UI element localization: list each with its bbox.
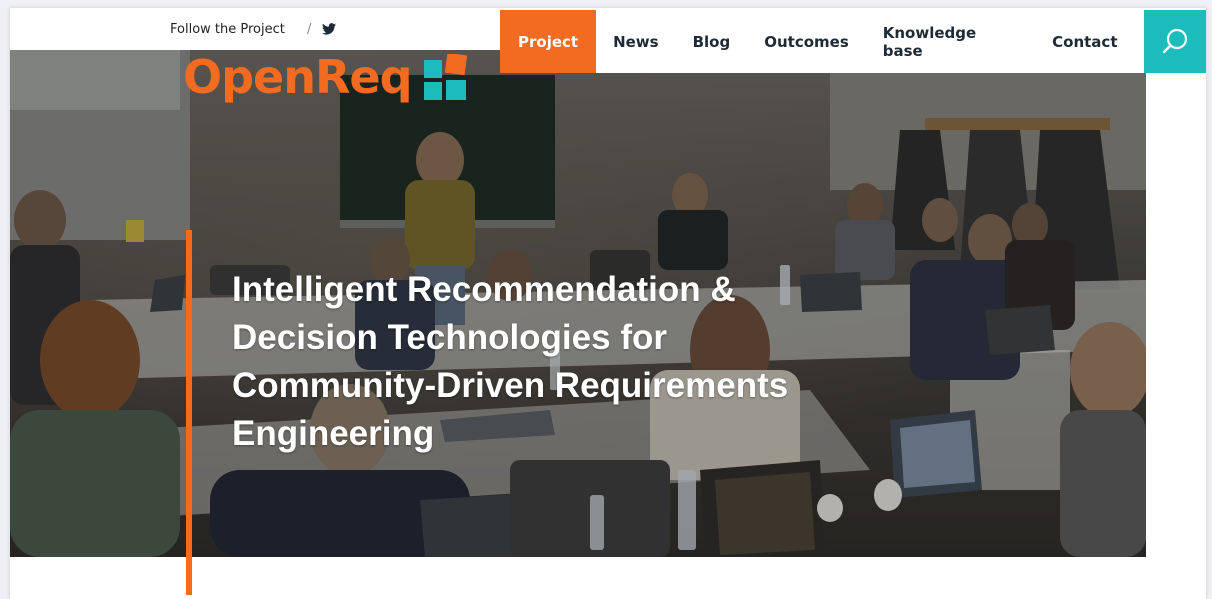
logo-mark-icon bbox=[423, 54, 467, 100]
headline-line: Decision Technologies for bbox=[232, 318, 667, 357]
accent-line bbox=[186, 230, 192, 595]
page: Follow the Project / Project News Blog O… bbox=[10, 8, 1206, 599]
follow-project: Follow the Project / bbox=[170, 22, 336, 37]
headline-line: Engineering bbox=[232, 414, 435, 453]
nav-item-project[interactable]: Project bbox=[500, 10, 597, 73]
hero-headline: Intelligent Recommendation & Decision Te… bbox=[232, 266, 892, 458]
search-button[interactable] bbox=[1143, 10, 1206, 73]
twitter-icon[interactable] bbox=[321, 23, 336, 35]
nav-item-knowledge-base[interactable]: Knowledge base bbox=[866, 10, 1035, 73]
headline-line: Intelligent Recommendation & bbox=[232, 270, 736, 309]
nav-item-contact[interactable]: Contact bbox=[1035, 10, 1134, 73]
nav-item-outcomes[interactable]: Outcomes bbox=[747, 10, 866, 73]
follow-label[interactable]: Follow the Project bbox=[170, 22, 285, 37]
follow-separator: / bbox=[307, 22, 312, 37]
nav-item-blog[interactable]: Blog bbox=[676, 10, 748, 73]
logo-text: OpenReq bbox=[183, 50, 413, 104]
search-icon bbox=[1162, 28, 1187, 53]
headline-line: Community-Driven Requirements bbox=[232, 366, 789, 405]
nav-item-news[interactable]: News bbox=[596, 10, 676, 73]
main-nav: Project News Blog Outcomes Knowledge bas… bbox=[500, 10, 1206, 73]
openreq-logo[interactable]: OpenReq bbox=[183, 54, 470, 100]
